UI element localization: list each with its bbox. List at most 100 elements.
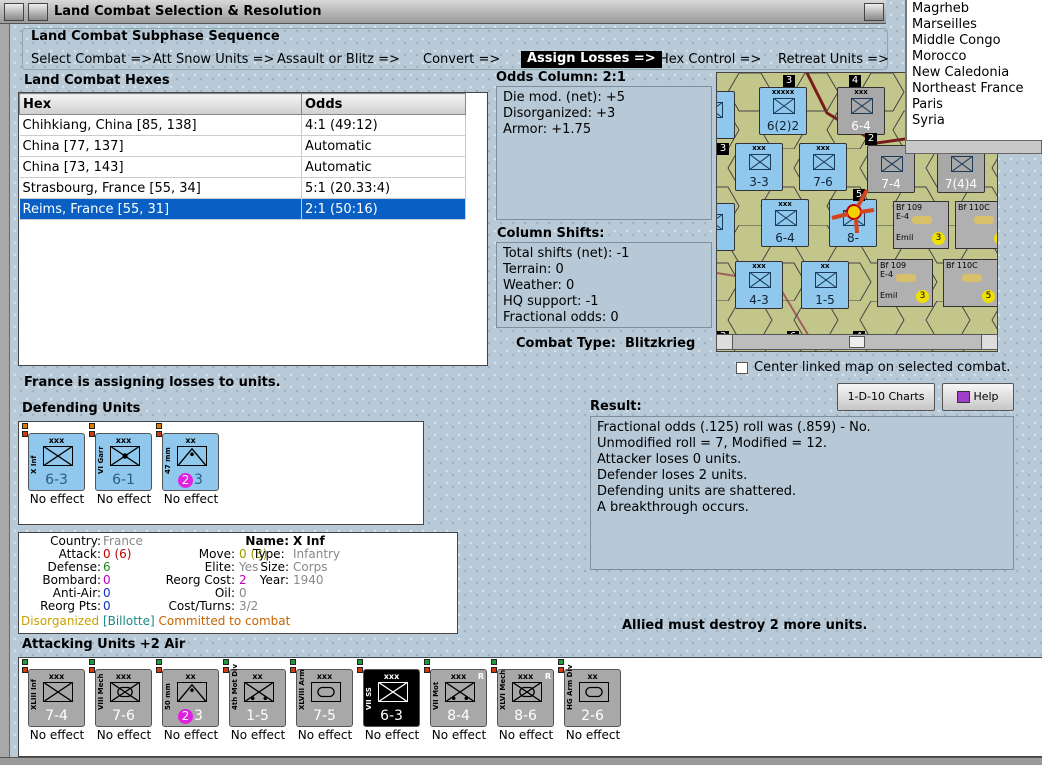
inf-symbol-icon bbox=[43, 682, 73, 702]
region-list-item[interactable]: Morocco bbox=[912, 49, 1037, 65]
step-retreat-units[interactable]: Retreat Units => bbox=[778, 52, 889, 67]
supply-indicator bbox=[22, 423, 28, 429]
map-air-unit[interactable]: Bf 109 E-4 Emil 3 bbox=[893, 201, 949, 249]
unit-counter[interactable]: XLIII Inf xxx 7-4 bbox=[28, 669, 85, 727]
col-odds-header[interactable]: Odds bbox=[301, 93, 466, 115]
map-unit-size: xx bbox=[820, 262, 830, 270]
map-unit-counter[interactable]: xxx 3-3 bbox=[735, 143, 783, 191]
region-list-item[interactable]: Middle Congo bbox=[912, 33, 1037, 49]
unit-counter[interactable]: VI Garr xxx 6-1 bbox=[95, 433, 152, 491]
help-button[interactable]: Help bbox=[942, 383, 1014, 411]
hex-cell: China [73, 143] bbox=[19, 156, 302, 178]
air-unit-number: 5 bbox=[994, 232, 997, 245]
odds-cell: 4:1 (49:12) bbox=[301, 114, 466, 136]
region-list-item[interactable]: New Caledonia bbox=[912, 65, 1037, 81]
map-unit-counter[interactable]: -2 bbox=[717, 203, 735, 251]
strength-badge: 2 bbox=[178, 473, 194, 488]
charts-button[interactable]: 1-D-10 Charts bbox=[837, 383, 935, 411]
defending-units-list: X Inf xxx 6-3 No effect VI Garr xxx 6-1 No effe… bbox=[19, 422, 425, 526]
column-shifts-label: Column Shifts: bbox=[497, 226, 605, 241]
region-list-item[interactable]: Syria bbox=[912, 113, 1037, 129]
map-air-unit[interactable]: Bf 110C 5 bbox=[955, 201, 997, 249]
unit-stats-value: 8-6 bbox=[514, 708, 537, 724]
must-destroy-message: Allied must destroy 2 more units. bbox=[622, 618, 868, 633]
plane-icon bbox=[912, 216, 932, 224]
attack-paren: (6) bbox=[114, 547, 132, 561]
supply-indicator bbox=[89, 659, 95, 665]
step-assault-or-blitz[interactable]: Assault or Blitz => bbox=[277, 52, 400, 67]
hex-cell: Chihkiang, China [85, 138] bbox=[19, 114, 302, 136]
region-list-item[interactable]: Marseilles bbox=[912, 17, 1037, 33]
odds-line: Die mod. (net): +5 bbox=[503, 90, 626, 105]
mech-symbol-icon bbox=[110, 682, 140, 702]
attack-num: 0 bbox=[103, 547, 111, 561]
unit-counter[interactable]: 47 mm xx 2 3 bbox=[162, 433, 219, 491]
scroll-thumb[interactable] bbox=[849, 336, 865, 348]
unit-stats: 8-6 bbox=[498, 708, 553, 724]
col-hex-header[interactable]: Hex bbox=[19, 93, 302, 115]
unit-stats: 6-3 bbox=[29, 472, 84, 488]
step-att-snow-units[interactable]: Att Snow Units => bbox=[153, 52, 274, 67]
table-row[interactable]: China [77, 137] Automatic bbox=[19, 135, 466, 157]
column-shifts-box: Total shifts (net): -1 Terrain: 0 Weathe… bbox=[496, 242, 712, 328]
step-hex-control[interactable]: Hex Control => bbox=[659, 52, 761, 67]
map-horizontal-scrollbar[interactable] bbox=[716, 334, 998, 350]
unit-stats-value: 6-3 bbox=[45, 472, 68, 488]
result-line: Defending units are shattered. bbox=[597, 484, 797, 499]
map-unit-counter[interactable]: xxxxx 6(2)2 bbox=[759, 87, 807, 135]
cost-turns-value: 3/2 bbox=[239, 599, 259, 613]
shift-line: Total shifts (net): -1 bbox=[503, 246, 630, 261]
map-air-unit[interactable]: Bf 110C 5 bbox=[943, 259, 997, 307]
region-list-item[interactable]: Magrheb bbox=[912, 1, 1037, 17]
region-list-scrollbar[interactable] bbox=[905, 140, 1042, 154]
unit-name: X Inf bbox=[30, 455, 38, 474]
unit-counter[interactable]: X Inf xxx 6-3 bbox=[28, 433, 85, 491]
map-air-unit[interactable]: Bf 109 E-4 Emil 3 bbox=[877, 259, 933, 307]
unit-counter[interactable]: HG Arm Div xx 2-6 bbox=[564, 665, 621, 727]
map-unit-counter[interactable]: xxx 4-3 bbox=[735, 261, 783, 309]
unit-counter[interactable]: 50 mm xx 2 3 bbox=[162, 669, 219, 727]
attacking-units-label: Attacking Units +2 Air bbox=[22, 637, 186, 652]
region-list[interactable]: Magrheb Marseilles Middle Congo Morocco New … bbox=[905, 0, 1042, 145]
table-row[interactable]: Chihkiang, China [85, 138] 4:1 (49:12) bbox=[19, 114, 466, 136]
strength-badge: 2 bbox=[178, 709, 194, 724]
combat-type: Combat Type: Blitzkrieg bbox=[516, 336, 696, 351]
center-map-checkbox[interactable] bbox=[736, 362, 748, 374]
scroll-left-button[interactable] bbox=[717, 335, 733, 349]
map-unit-size: xxx bbox=[854, 88, 868, 96]
scroll-right-button[interactable] bbox=[981, 335, 997, 349]
map-unit-counter[interactable]: -2 bbox=[717, 91, 735, 139]
result-line: Attacker loses 0 units. bbox=[597, 452, 742, 467]
maximize-button[interactable] bbox=[864, 3, 884, 21]
step-convert[interactable]: Convert => bbox=[423, 52, 500, 67]
unit-name: 4th Mot Div bbox=[231, 664, 239, 710]
system-menu-button[interactable] bbox=[4, 3, 24, 21]
unit-counter[interactable]: VIII Mech xxx 7-6 bbox=[95, 669, 152, 727]
map-unit-counter[interactable]: xxx 6-4 bbox=[761, 199, 809, 247]
map-unit-stats: -2 bbox=[717, 235, 734, 249]
unit-counter[interactable]: XLVIII Arm xxx 7-5 bbox=[296, 669, 353, 727]
table-row-selected[interactable]: Reims, France [55, 31] 2:1 (50:16) bbox=[19, 198, 466, 220]
map-unit-counter[interactable]: xx 1-5 bbox=[801, 261, 849, 309]
unit-stats-value: 2-6 bbox=[581, 708, 604, 724]
region-list-item[interactable]: Paris bbox=[912, 97, 1037, 113]
unit-counter[interactable]: XLVI Mech xxx 8-6 R bbox=[497, 669, 554, 727]
table-row[interactable]: Strasbourg, France [55, 34] 5:1 (20.33:4) bbox=[19, 177, 466, 199]
attacking-units-list: XLIII Inf xxx 7-4 No effect VIII Mech xxx 7-6 N… bbox=[19, 658, 1019, 758]
year-value: 1940 bbox=[293, 573, 324, 587]
map-unit-symbol-icon bbox=[717, 102, 723, 118]
map-unit-symbol-icon bbox=[775, 210, 797, 226]
minimize-button[interactable] bbox=[28, 3, 48, 21]
move-num: 0 bbox=[239, 547, 247, 561]
region-list-item[interactable]: Northeast France bbox=[912, 81, 1037, 97]
map-unit-counter[interactable]: xxx 6-4 bbox=[837, 87, 885, 135]
reserve-marker: R bbox=[477, 672, 484, 681]
step-select-combat[interactable]: Select Combat => bbox=[31, 52, 152, 67]
table-row[interactable]: China [73, 143] Automatic bbox=[19, 156, 466, 178]
defending-units-panel: X Inf xxx 6-3 No effect VI Garr xxx 6-1 No effe… bbox=[18, 421, 424, 525]
unit-counter[interactable]: 4th Mot Div xx 1-5 bbox=[229, 664, 286, 727]
unit-counter[interactable]: VII Mot xxx 8-4 R bbox=[430, 669, 487, 727]
step-assign-losses[interactable]: Assign Losses => bbox=[521, 51, 662, 68]
air-unit-name: Bf 110C bbox=[958, 203, 990, 212]
unit-counter[interactable]: VII SS xxx 6-3 bbox=[363, 669, 420, 727]
